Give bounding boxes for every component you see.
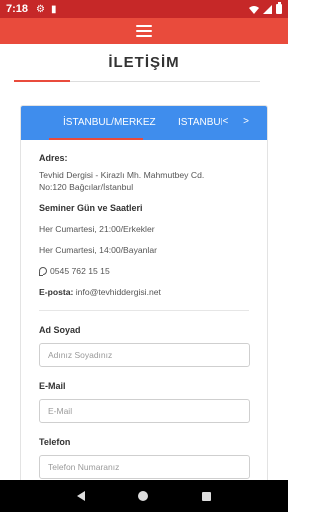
email-row: E-posta: info@tevhiddergisi.net — [39, 287, 249, 297]
address-label: Adres: — [39, 153, 68, 163]
home-icon[interactable] — [138, 491, 149, 501]
tab-arrows: < > — [223, 116, 255, 127]
email-label: E-posta: — [39, 287, 74, 297]
system-nav-bar — [0, 480, 288, 512]
page-title: İLETİŞİM — [108, 54, 180, 71]
chevron-left-icon[interactable]: < — [223, 116, 235, 127]
status-time: 7:18 — [6, 3, 29, 15]
status-bar: 7:18 ⚙ ▮ — [0, 0, 288, 18]
address-text: Tevhid Dergisi - Kirazlı Mh. Mahmutbey C… — [39, 169, 249, 193]
seminar-men: Her Cumartesi, 21:00/Erkekler — [39, 224, 155, 234]
whatsapp-icon — [39, 267, 47, 276]
hamburger-menu-icon[interactable] — [136, 25, 152, 37]
phone-input[interactable] — [39, 455, 250, 479]
address-line-1: Tevhid Dergisi - Kirazlı Mh. Mahmutbey C… — [39, 170, 205, 180]
email-input[interactable] — [39, 399, 250, 423]
back-icon[interactable] — [76, 491, 85, 501]
seminar-title: Seminer Gün ve Saatleri — [39, 203, 143, 213]
tab-istanbul-merkez[interactable]: İSTANBUL/MERKEZ — [63, 117, 156, 128]
recents-icon[interactable] — [202, 491, 212, 501]
address-line-2: No:120 Bağcılar/İstanbul — [39, 182, 134, 192]
contact-card: İSTANBUL/MERKEZ İSTANBUL < > Adres: Tevh… — [20, 105, 268, 485]
title-divider-accent — [14, 80, 70, 82]
phone-row[interactable]: 0545 762 15 15 — [39, 266, 249, 276]
form-divider — [39, 310, 249, 311]
name-input[interactable] — [39, 343, 250, 367]
phone-label: Telefon — [39, 437, 71, 447]
active-tab-indicator — [49, 138, 143, 140]
battery-icon — [276, 2, 282, 14]
contact-content: Adres: Tevhid Dergisi - Kirazlı Mh. Mahm… — [21, 140, 267, 479]
gear-icon: ⚙ — [36, 3, 45, 15]
location-tabs: İSTANBUL/MERKEZ İSTANBUL < > — [21, 106, 267, 140]
tab-istanbul[interactable]: İSTANBUL — [178, 117, 222, 128]
signal-icon — [263, 4, 272, 14]
chevron-right-icon[interactable]: > — [243, 116, 255, 127]
seminar-women: Her Cumartesi, 14:00/Bayanlar — [39, 245, 157, 255]
app-bar — [0, 18, 288, 44]
email-address[interactable]: info@tevhiddergisi.net — [76, 287, 161, 297]
wifi-icon — [249, 5, 259, 14]
email-field-label: E-Mail — [39, 381, 66, 391]
sd-card-icon: ▮ — [51, 3, 57, 15]
name-label: Ad Soyad — [39, 325, 81, 335]
phone-number[interactable]: 0545 762 15 15 — [50, 266, 110, 276]
